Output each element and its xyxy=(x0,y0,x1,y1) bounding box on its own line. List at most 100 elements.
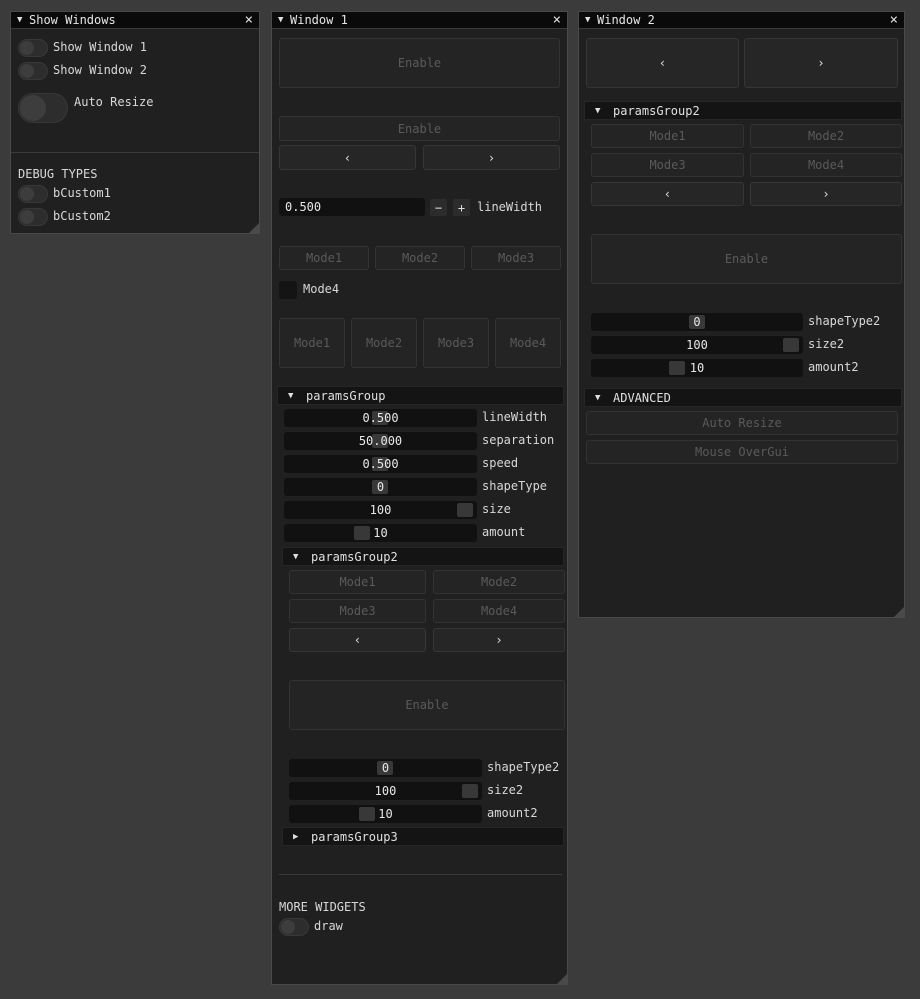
mouse-overgui-button[interactable]: Mouse OverGui xyxy=(586,440,898,464)
slider-value: 100 xyxy=(369,503,392,517)
mode1-button[interactable]: Mode1 xyxy=(279,246,369,270)
slider-grab[interactable] xyxy=(354,526,370,540)
show-window-1-label: Show Window 1 xyxy=(53,40,147,54)
mode4-button[interactable]: Mode4 xyxy=(433,599,565,623)
shapetype2-slider[interactable]: 0 xyxy=(591,313,803,331)
params-group-title: paramsGroup xyxy=(306,388,386,403)
resize-grip[interactable] xyxy=(557,974,567,984)
increment-button[interactable]: + xyxy=(453,199,470,216)
next-button[interactable]: › xyxy=(423,145,560,170)
mode4-button[interactable]: Mode4 xyxy=(750,153,902,177)
slider-grab[interactable] xyxy=(359,807,375,821)
enable-button[interactable]: Enable xyxy=(289,680,565,730)
show-windows-titlebar[interactable]: ▼ Show Windows × xyxy=(11,12,259,29)
mode2-button[interactable]: Mode2 xyxy=(750,124,902,148)
window-1-titlebar[interactable]: ▼ Window 1 × xyxy=(272,12,567,29)
window-2-titlebar[interactable]: ▼ Window 2 × xyxy=(579,12,904,29)
show-window-1-toggle[interactable] xyxy=(18,39,48,57)
advanced-header[interactable]: ▼ ADVANCED xyxy=(584,388,902,407)
expand-arrow-icon: ▼ xyxy=(595,105,601,116)
collapse-icon[interactable]: ▼ xyxy=(278,15,290,25)
advanced-title: ADVANCED xyxy=(613,390,671,405)
close-icon[interactable]: × xyxy=(890,13,898,27)
size2-slider[interactable]: 100 xyxy=(289,782,482,800)
slider-value: 50.000 xyxy=(358,434,403,448)
mode1-button[interactable]: Mode1 xyxy=(289,570,426,594)
more-widgets-header: MORE WIDGETS xyxy=(279,900,366,914)
debug-types-header: DEBUG TYPES xyxy=(18,167,98,181)
next-button[interactable]: › xyxy=(433,628,565,652)
slider-value: 100 xyxy=(686,338,708,352)
amount2-slider[interactable]: 10 xyxy=(591,359,803,377)
amount-slider[interactable]: 10 xyxy=(284,524,477,542)
slider-grab[interactable] xyxy=(462,784,478,798)
mode2-button[interactable]: Mode2 xyxy=(433,570,565,594)
mode3-button[interactable]: Mode3 xyxy=(289,599,426,623)
close-icon[interactable]: × xyxy=(553,13,561,27)
expand-arrow-icon: ▼ xyxy=(288,390,294,401)
resize-grip[interactable] xyxy=(894,607,904,617)
collapse-icon[interactable]: ▼ xyxy=(585,15,597,25)
show-window-2-toggle[interactable] xyxy=(18,62,48,80)
slider-grab[interactable] xyxy=(457,503,473,517)
mode4-tall-button[interactable]: Mode4 xyxy=(495,318,561,368)
speed-slider[interactable]: 0.500 xyxy=(284,455,477,473)
slider-grab[interactable] xyxy=(669,361,685,375)
enable-button-small[interactable]: Enable xyxy=(279,116,560,141)
size2-slider[interactable]: 100 xyxy=(591,336,803,354)
resize-grip[interactable] xyxy=(249,223,259,233)
linewidth-slider[interactable]: 0.500 xyxy=(284,409,477,427)
window-title: Show Windows xyxy=(29,13,116,27)
linewidth-input[interactable]: 0.500 xyxy=(279,198,425,216)
mode1-button[interactable]: Mode1 xyxy=(591,124,744,148)
prev-button[interactable]: ‹ xyxy=(591,182,744,206)
prev-button[interactable]: ‹ xyxy=(289,628,426,652)
mode2-button[interactable]: Mode2 xyxy=(375,246,465,270)
params-group2-header[interactable]: ▼ paramsGroup2 xyxy=(282,547,564,566)
size-slider[interactable]: 100 xyxy=(284,501,477,519)
slider-label: shapeType xyxy=(482,479,548,493)
collapse-icon[interactable]: ▼ xyxy=(17,15,29,25)
slider-label: shapeType2 xyxy=(808,314,881,328)
separation-slider[interactable]: 50.000 xyxy=(284,432,477,450)
params-group-header[interactable]: ▼ paramsGroup xyxy=(277,386,564,405)
bcustom2-toggle[interactable] xyxy=(18,208,48,226)
draw-label: draw xyxy=(314,919,343,933)
slider-grab[interactable] xyxy=(783,338,799,352)
shapetype2-slider[interactable]: 0 xyxy=(289,759,482,777)
show-window-2-label: Show Window 2 xyxy=(53,63,147,77)
draw-toggle[interactable] xyxy=(279,918,309,936)
params-group2-title: paramsGroup2 xyxy=(311,549,398,564)
window-title: Window 2 xyxy=(597,13,655,27)
mode3-tall-button[interactable]: Mode3 xyxy=(423,318,489,368)
enable-button[interactable]: Enable xyxy=(591,234,902,284)
slider-value: 0.500 xyxy=(362,457,399,471)
window-title: Window 1 xyxy=(290,13,348,27)
mode3-button[interactable]: Mode3 xyxy=(471,246,561,270)
window-2-panel: ▼ Window 2 × ‹ › ▼ paramsGroup2 Mode1 Mo… xyxy=(578,11,905,618)
slider-label: amount xyxy=(482,525,526,539)
amount2-slider[interactable]: 10 xyxy=(289,805,482,823)
next-button[interactable]: › xyxy=(744,38,898,88)
shapetype-slider[interactable]: 0 xyxy=(284,478,477,496)
decrement-button[interactable]: − xyxy=(430,199,447,216)
bcustom1-toggle[interactable] xyxy=(18,185,48,203)
mode4-checkbox[interactable] xyxy=(279,281,297,299)
next-button[interactable]: › xyxy=(750,182,902,206)
auto-resize-label: Auto Resize xyxy=(74,95,154,109)
mode1-tall-button[interactable]: Mode1 xyxy=(279,318,345,368)
params-group3-title: paramsGroup3 xyxy=(311,829,398,844)
auto-resize-toggle[interactable] xyxy=(18,93,68,123)
enable-button-large[interactable]: Enable xyxy=(279,38,560,88)
mode2-tall-button[interactable]: Mode2 xyxy=(351,318,417,368)
mode3-button[interactable]: Mode3 xyxy=(591,153,744,177)
slider-value: 10 xyxy=(373,526,388,540)
prev-button[interactable]: ‹ xyxy=(586,38,739,88)
prev-button[interactable]: ‹ xyxy=(279,145,416,170)
separator xyxy=(11,152,259,153)
auto-resize-button[interactable]: Auto Resize xyxy=(586,411,898,435)
slider-label: size2 xyxy=(487,783,524,797)
params-group3-header[interactable]: ▶ paramsGroup3 xyxy=(282,827,564,846)
params-group2-header[interactable]: ▼ paramsGroup2 xyxy=(584,101,902,120)
close-icon[interactable]: × xyxy=(245,13,253,27)
